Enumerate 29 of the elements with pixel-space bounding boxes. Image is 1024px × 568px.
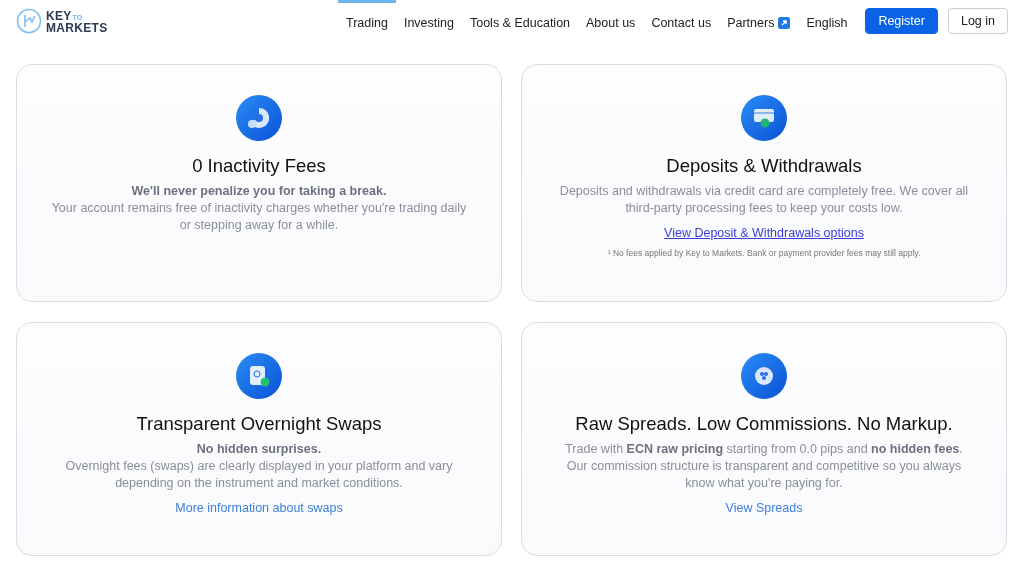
footnote: ¹ No fees applied by Key to Markets. Bank or payment provider fees may still apply. xyxy=(607,248,921,258)
credit-card-icon xyxy=(741,95,787,141)
card-text: Trade with ECN raw pricing starting from 0.0 pips and no hidden fees. Our commission structure is transparent and competitive so you always know what you're paying for. xyxy=(564,441,964,492)
card-link[interactable]: View Deposit & Withdrawals options xyxy=(664,226,864,240)
nav-link[interactable]: Tools & Education xyxy=(461,0,579,42)
card-text: Overnight fees (swaps) are clearly displayed in your platform and vary depending on the instrument and market conditions. xyxy=(64,458,454,492)
card-title: 0 Inactivity Fees xyxy=(192,155,326,177)
coin-icon xyxy=(741,353,787,399)
nav-link[interactable]: Investing xyxy=(395,0,462,42)
card-link[interactable]: More information about swaps xyxy=(175,501,343,515)
card-title: Transparent Overnight Swaps xyxy=(136,413,382,435)
nav-link[interactable]: Contact us xyxy=(643,0,720,42)
clock-icon xyxy=(236,353,282,399)
nav-link[interactable]: Trading xyxy=(338,0,396,42)
card-link[interactable]: View Spreads xyxy=(725,501,803,515)
card-text: Your account remains free of inactivity charges whether you're trading daily or stepping away for a while. xyxy=(50,200,468,234)
logo-word: KEY xyxy=(46,8,72,23)
register-button[interactable]: Register xyxy=(865,8,938,34)
login-button[interactable]: Log in xyxy=(947,8,1008,34)
nav-link[interactable]: About us xyxy=(578,0,644,42)
card-title: Deposits & Withdrawals xyxy=(666,155,862,177)
card-lead: No hidden surprises. xyxy=(196,441,322,458)
nav-link[interactable]: English xyxy=(798,0,856,42)
logo-word: MARKETS xyxy=(46,22,108,34)
card-text: Deposits and withdrawals via credit card are completely free. We cover all third-party processing fees to keep your costs low. xyxy=(558,183,970,217)
card-lead: We'll never penalize you for taking a break. xyxy=(131,183,387,200)
card-title: Raw Spreads. Low Commissions. No Markup. xyxy=(575,413,953,435)
logo-icon xyxy=(16,8,42,34)
nav-link[interactable]: Partners xyxy=(719,0,799,42)
